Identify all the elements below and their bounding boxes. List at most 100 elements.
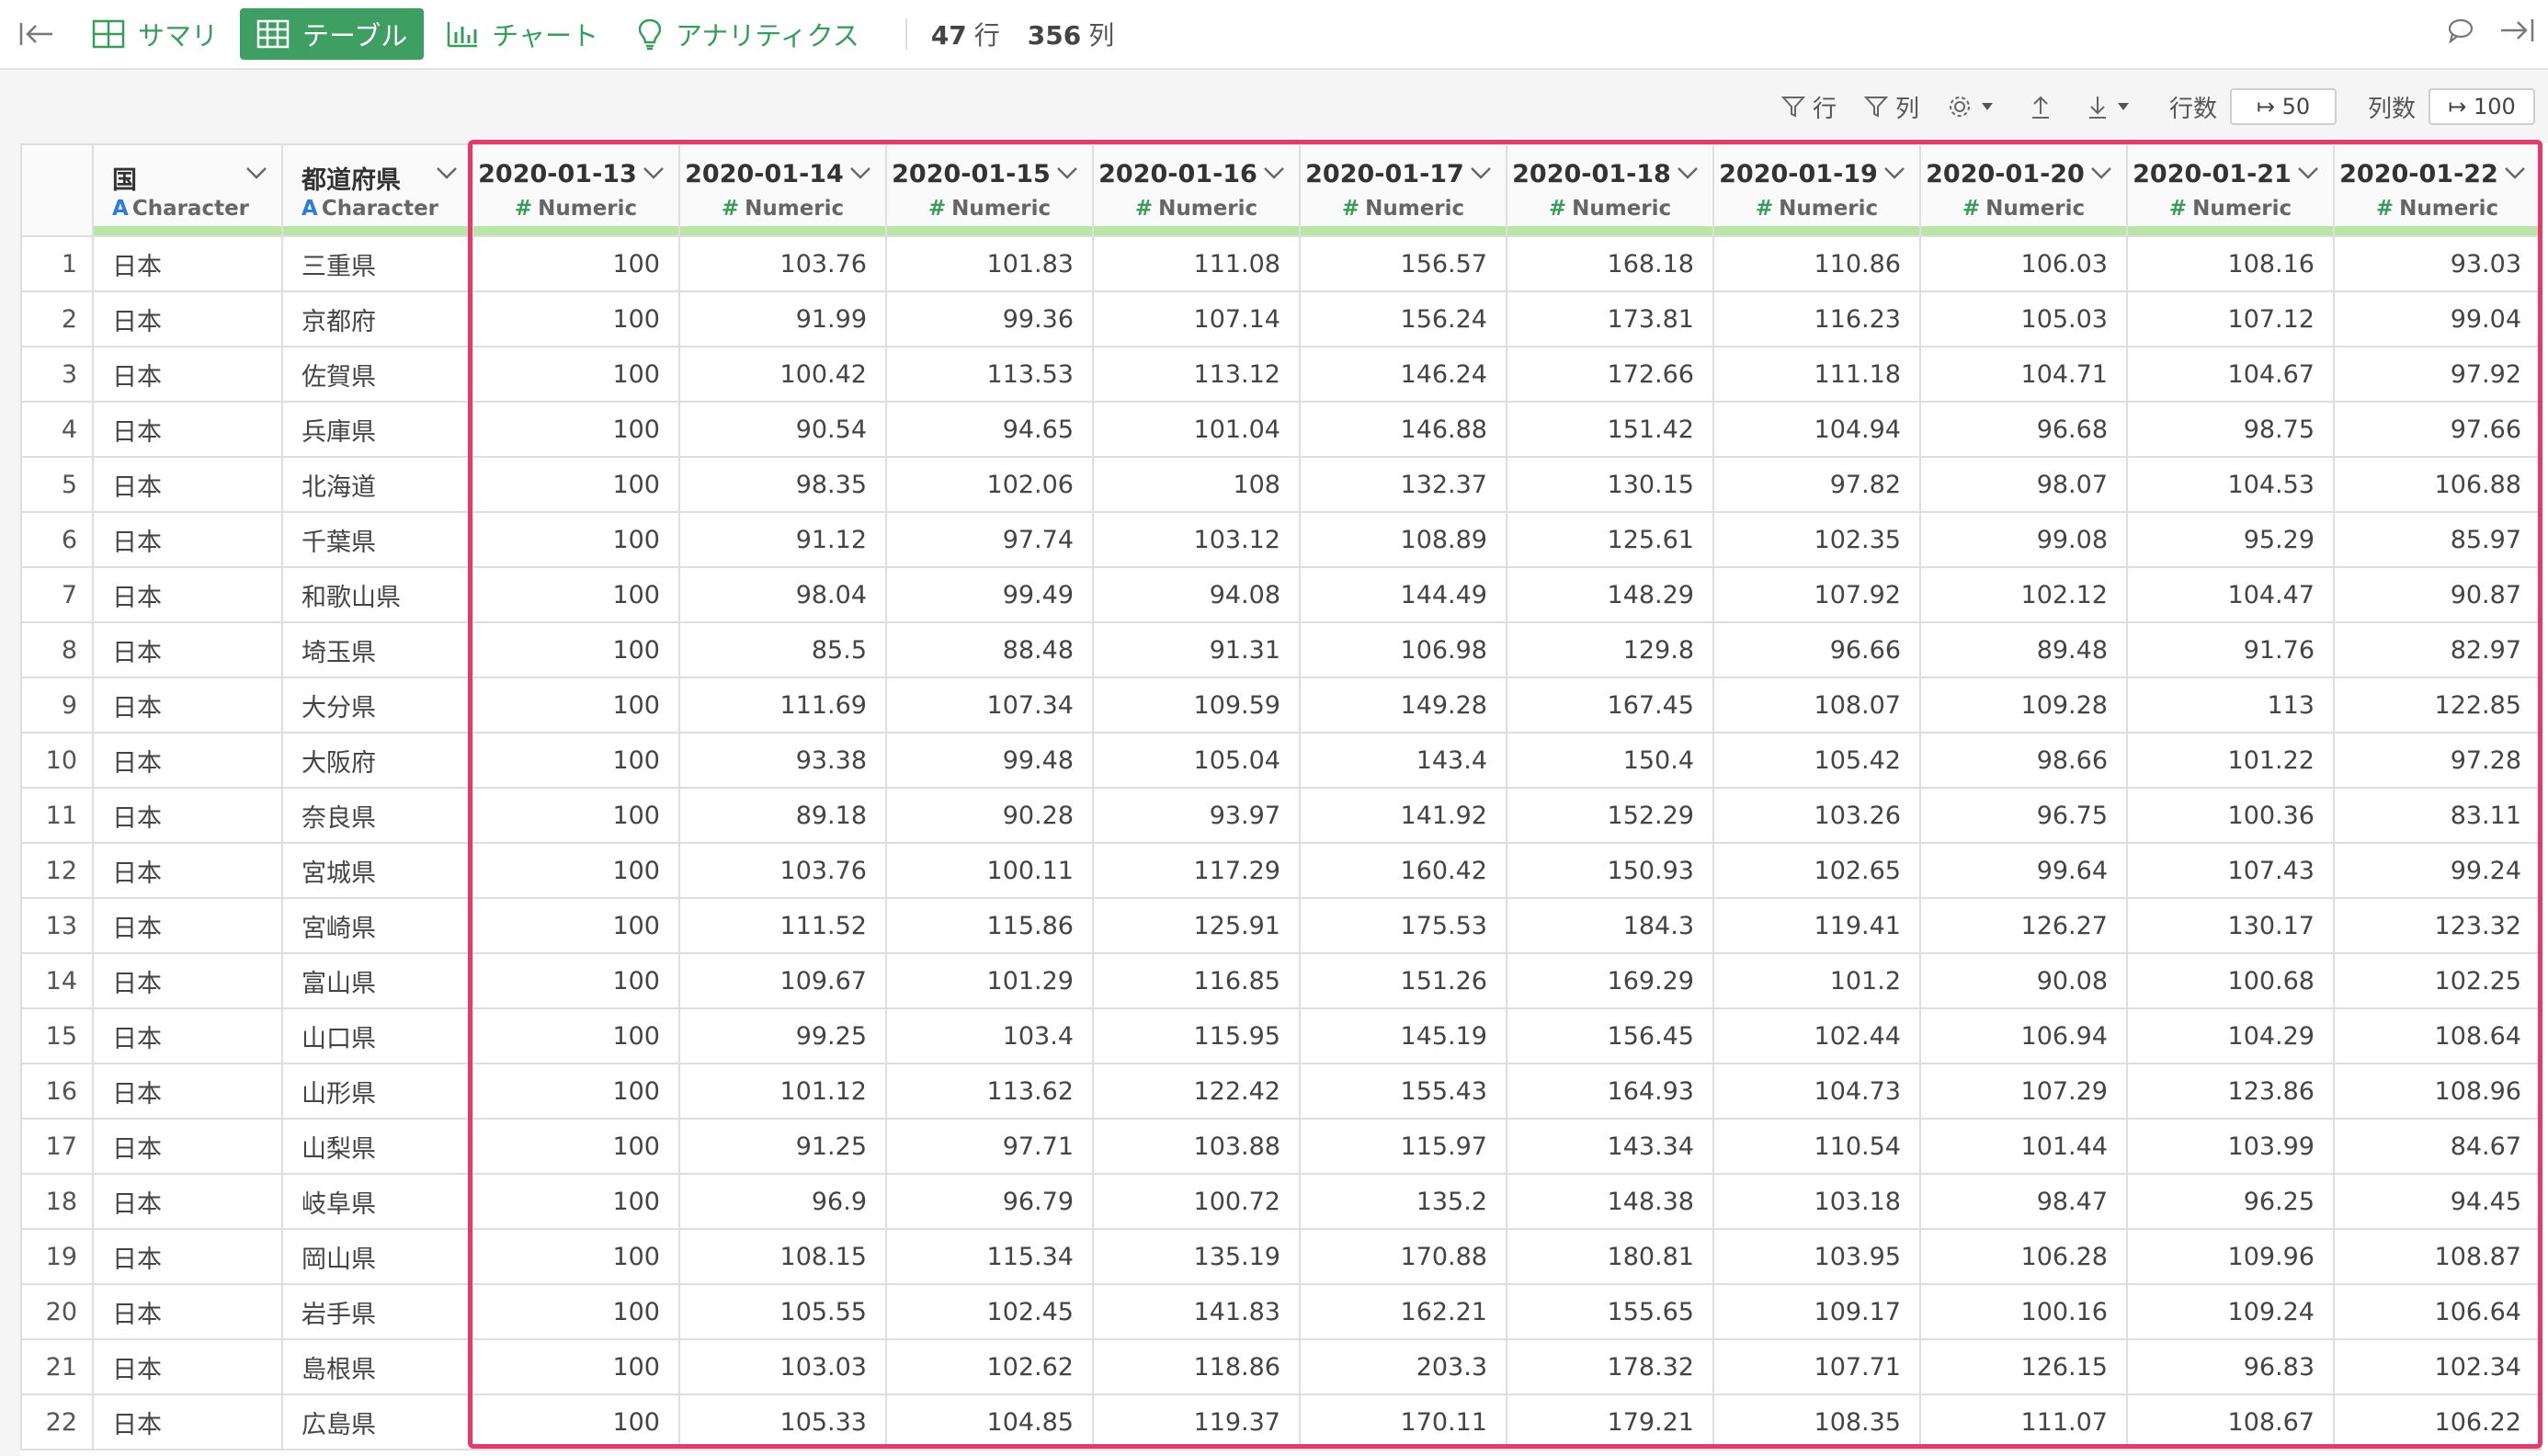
table-cell[interactable]: 123.86 [2126, 1063, 2335, 1120]
table-cell[interactable]: 日本 [92, 511, 283, 568]
table-cell[interactable]: 101.83 [885, 235, 1094, 292]
column-header[interactable]: 2020-01-20 # Numeric [1919, 143, 2128, 237]
table-cell[interactable]: 日本 [92, 1118, 283, 1175]
table-cell[interactable]: 156.57 [1299, 235, 1507, 292]
table-cell[interactable]: 108.67 [2126, 1393, 2335, 1450]
table-cell[interactable]: 宮城県 [281, 842, 473, 899]
table-cell[interactable]: 100.42 [678, 346, 887, 403]
table-cell[interactable]: 96.79 [885, 1173, 1094, 1230]
table-cell[interactable]: 90.28 [885, 787, 1094, 844]
table-cell[interactable]: 108.64 [2333, 1007, 2542, 1064]
table-cell[interactable]: 107.43 [2126, 842, 2335, 899]
table-cell[interactable]: 100 [472, 1338, 680, 1395]
table-cell[interactable]: 佐賀県 [281, 346, 473, 403]
table-cell[interactable]: 135.19 [1092, 1228, 1301, 1285]
table-cell[interactable]: 167.45 [1506, 677, 1714, 734]
table-cell[interactable]: 110.54 [1712, 1118, 1921, 1175]
table-cell[interactable]: 日本 [92, 621, 283, 678]
table-cell[interactable]: 106.03 [1919, 235, 2128, 292]
table-cell[interactable]: 90.08 [1919, 952, 2128, 1009]
table-cell[interactable]: 96.66 [1712, 621, 1921, 678]
table-cell[interactable]: 82.97 [2333, 621, 2542, 678]
table-cell[interactable]: 109.67 [678, 952, 887, 1009]
chevron-down-icon[interactable] [1055, 165, 1079, 184]
table-cell[interactable]: 180.81 [1506, 1228, 1714, 1285]
table-cell[interactable]: 100 [472, 677, 680, 734]
table-cell[interactable]: 93.03 [2333, 235, 2542, 292]
chevron-down-icon[interactable] [1883, 165, 1906, 184]
table-cell[interactable]: 千葉県 [281, 511, 473, 568]
table-cell[interactable]: 106.98 [1299, 621, 1507, 678]
table-cell[interactable]: 111.18 [1712, 346, 1921, 403]
table-cell[interactable]: 102.12 [1919, 566, 2128, 623]
table-cell[interactable]: 203.3 [1299, 1338, 1507, 1395]
table-cell[interactable]: 98.47 [1919, 1173, 2128, 1230]
table-cell[interactable]: 大阪府 [281, 732, 473, 789]
table-cell[interactable]: 108.07 [1712, 677, 1921, 734]
table-cell[interactable]: 日本 [92, 952, 283, 1009]
table-cell[interactable]: 122.42 [1092, 1063, 1301, 1120]
table-cell[interactable]: 108.89 [1299, 511, 1507, 568]
table-cell[interactable]: 富山県 [281, 952, 473, 1009]
table-cell[interactable]: 91.12 [678, 511, 887, 568]
table-cell[interactable]: 日本 [92, 1173, 283, 1230]
table-cell[interactable]: 106.88 [2333, 456, 2542, 513]
table-cell[interactable]: 100 [472, 952, 680, 1009]
table-cell[interactable]: 108.96 [2333, 1063, 2542, 1120]
table-cell[interactable]: 111.52 [678, 897, 887, 954]
table-cell[interactable]: 132.37 [1299, 456, 1507, 513]
table-cell[interactable]: 150.4 [1506, 732, 1714, 789]
table-cell[interactable]: 113.62 [885, 1063, 1094, 1120]
table-cell[interactable]: 152.29 [1506, 787, 1714, 844]
table-cell[interactable]: 100 [472, 732, 680, 789]
table-cell[interactable]: 105.55 [678, 1283, 887, 1340]
table-cell[interactable]: 122.85 [2333, 677, 2542, 734]
table-cell[interactable]: 103.26 [1712, 787, 1921, 844]
table-cell[interactable]: 日本 [92, 1063, 283, 1120]
column-header[interactable]: 都道府県 A Character [281, 143, 473, 237]
tab-chart[interactable]: チャート [429, 8, 615, 60]
table-cell[interactable]: 99.04 [2333, 290, 2542, 347]
table-cell[interactable]: 98.07 [1919, 456, 2128, 513]
table-cell[interactable]: 98.35 [678, 456, 887, 513]
table-cell[interactable]: 99.08 [1919, 511, 2128, 568]
table-cell[interactable]: 109.59 [1092, 677, 1301, 734]
table-cell[interactable]: 94.08 [1092, 566, 1301, 623]
table-cell[interactable]: 日本 [92, 346, 283, 403]
table-cell[interactable]: 83.11 [2333, 787, 2542, 844]
table-cell[interactable]: 日本 [92, 1228, 283, 1285]
table-cell[interactable]: 岡山県 [281, 1228, 473, 1285]
table-cell[interactable]: 123.32 [2333, 897, 2542, 954]
table-cell[interactable]: 108.87 [2333, 1228, 2542, 1285]
table-cell[interactable]: 96.75 [1919, 787, 2128, 844]
table-cell[interactable]: 103.76 [678, 842, 887, 899]
table-cell[interactable]: 106.94 [1919, 1007, 2128, 1064]
table-cell[interactable]: 125.61 [1506, 511, 1714, 568]
chevron-down-icon[interactable] [2296, 165, 2320, 184]
table-cell[interactable]: 118.86 [1092, 1338, 1301, 1395]
table-cell[interactable]: 170.88 [1299, 1228, 1507, 1285]
table-cell[interactable]: 85.97 [2333, 511, 2542, 568]
table-cell[interactable]: 99.64 [1919, 842, 2128, 899]
table-cell[interactable]: 108 [1092, 456, 1301, 513]
table-cell[interactable]: 102.65 [1712, 842, 1921, 899]
table-cell[interactable]: 126.15 [1919, 1338, 2128, 1395]
table-cell[interactable]: 111.07 [1919, 1393, 2128, 1450]
table-cell[interactable]: 97.66 [2333, 401, 2542, 458]
chevron-down-icon[interactable] [2089, 165, 2113, 184]
table-cell[interactable]: 日本 [92, 732, 283, 789]
table-cell[interactable]: 100 [472, 1228, 680, 1285]
table-cell[interactable]: 108.15 [678, 1228, 887, 1285]
table-cell[interactable]: 109.96 [2126, 1228, 2335, 1285]
table-cell[interactable]: 100 [472, 1283, 680, 1340]
table-cell[interactable]: 104.67 [2126, 346, 2335, 403]
table-cell[interactable]: 107.29 [1919, 1063, 2128, 1120]
table-cell[interactable]: 山形県 [281, 1063, 473, 1120]
table-cell[interactable]: 100.11 [885, 842, 1094, 899]
table-cell[interactable]: 100 [472, 401, 680, 458]
table-cell[interactable]: 100 [472, 235, 680, 292]
table-cell[interactable]: 126.27 [1919, 897, 2128, 954]
table-cell[interactable]: 113.12 [1092, 346, 1301, 403]
table-cell[interactable]: 84.67 [2333, 1118, 2542, 1175]
tab-summary[interactable]: サマリ [75, 8, 234, 60]
